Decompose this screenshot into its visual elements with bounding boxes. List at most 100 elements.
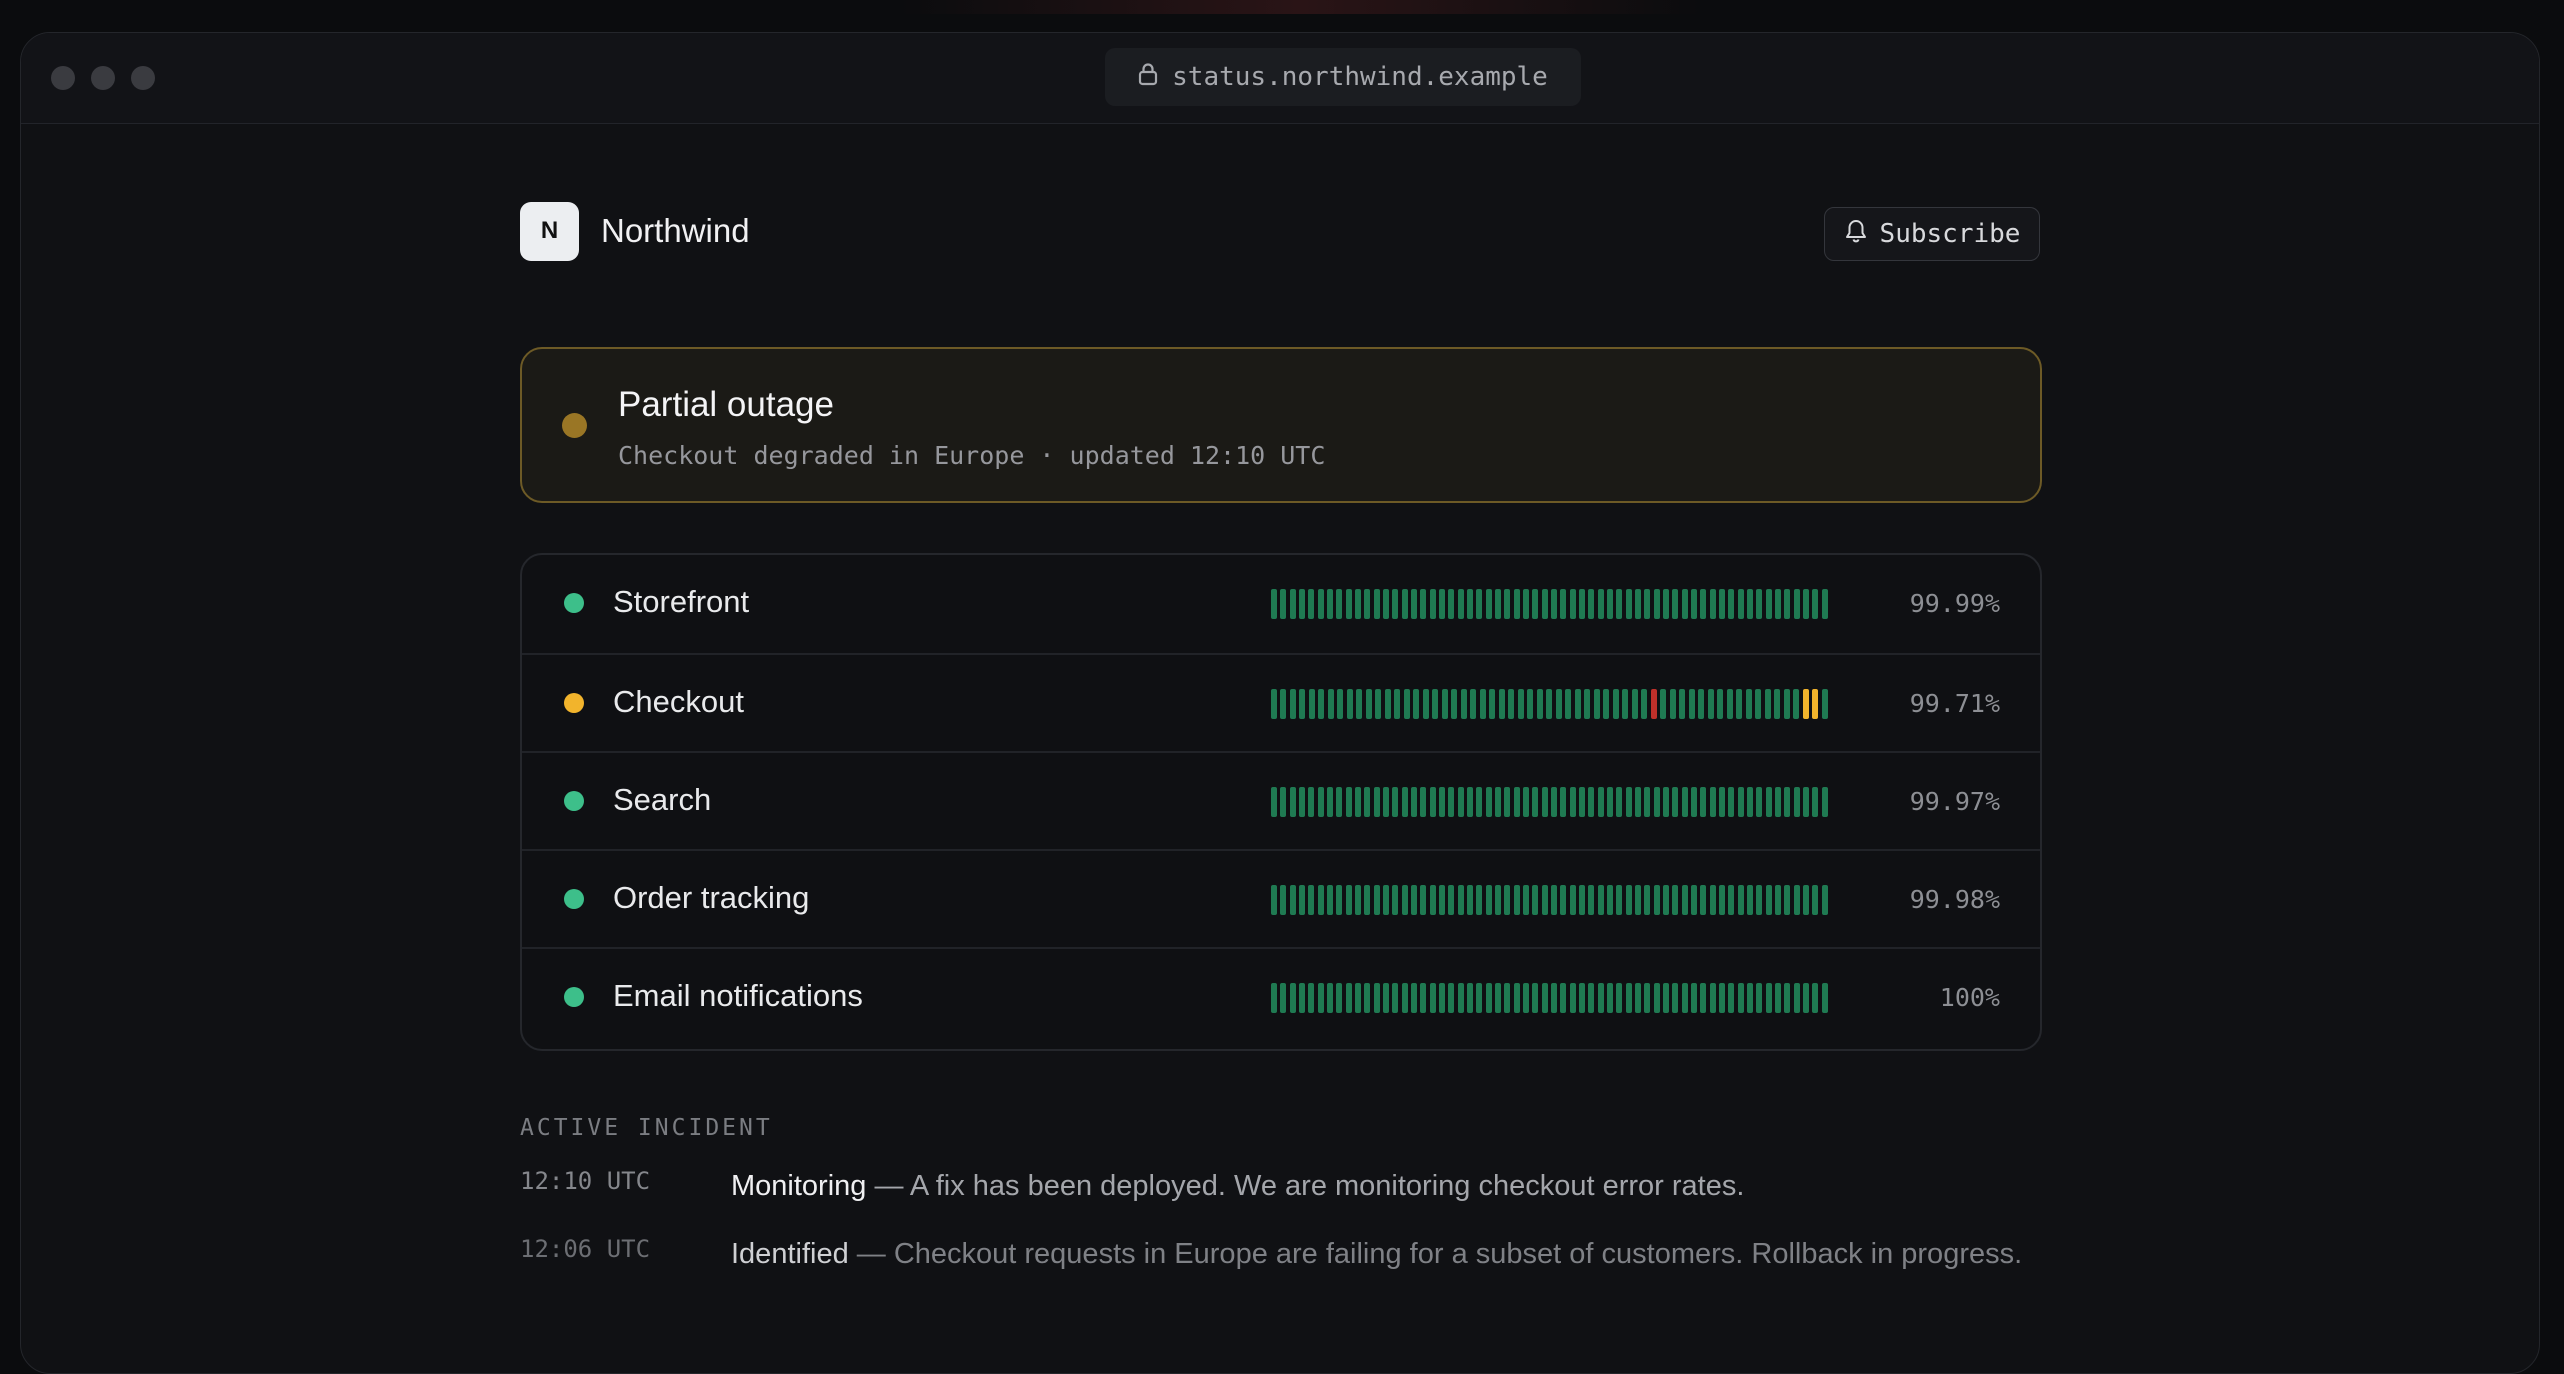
uptime-day-bar[interactable] — [1413, 689, 1420, 719]
uptime-day-bar[interactable] — [1439, 885, 1445, 915]
uptime-day-bar[interactable] — [1532, 787, 1539, 817]
uptime-day-bar[interactable] — [1401, 885, 1408, 915]
uptime-day-bar[interactable] — [1495, 983, 1501, 1013]
uptime-day-bar[interactable] — [1271, 787, 1277, 817]
uptime-day-bar[interactable] — [1728, 983, 1735, 1013]
uptime-day-bar[interactable] — [1289, 787, 1296, 817]
uptime-day-bar[interactable] — [1280, 589, 1287, 619]
uptime-day-bar[interactable] — [1523, 589, 1529, 619]
uptime-day-bar[interactable] — [1747, 589, 1753, 619]
uptime-day-bar[interactable] — [1698, 689, 1705, 719]
uptime-day-bar[interactable] — [1392, 983, 1399, 1013]
uptime-day-bar[interactable] — [1448, 787, 1455, 817]
uptime-day-bar[interactable] — [1775, 787, 1781, 817]
uptime-day-bar[interactable] — [1384, 689, 1391, 719]
uptime-day-bar[interactable] — [1336, 885, 1343, 915]
uptime-day-bar[interactable] — [1489, 689, 1496, 719]
uptime-day-bar[interactable] — [1403, 689, 1410, 719]
uptime-day-bar[interactable] — [1420, 589, 1427, 619]
uptime-day-bar[interactable] — [1308, 787, 1315, 817]
uptime-day-bar[interactable] — [1756, 589, 1763, 619]
uptime-day-bar[interactable] — [1375, 689, 1382, 719]
uptime-day-bar[interactable] — [1441, 689, 1448, 719]
uptime-day-bar[interactable] — [1429, 983, 1436, 1013]
uptime-day-bar[interactable] — [1401, 589, 1408, 619]
uptime-day-bar[interactable] — [1775, 983, 1781, 1013]
uptime-day-bar[interactable] — [1691, 787, 1697, 817]
uptime-day-bar[interactable] — [1551, 787, 1557, 817]
uptime-day-bar[interactable] — [1356, 689, 1363, 719]
uptime-day-bar[interactable] — [1709, 787, 1716, 817]
uptime-day-bar[interactable] — [1317, 787, 1324, 817]
uptime-day-bar[interactable] — [1308, 885, 1315, 915]
uptime-day-bar[interactable] — [1774, 689, 1781, 719]
uptime-day-bar[interactable] — [1812, 885, 1819, 915]
uptime-day-bar[interactable] — [1551, 885, 1557, 915]
uptime-day-bar[interactable] — [1597, 885, 1604, 915]
uptime-day-bar[interactable] — [1700, 589, 1707, 619]
uptime-day-bar[interactable] — [1579, 885, 1585, 915]
uptime-day-bar[interactable] — [1373, 983, 1380, 1013]
uptime-day-bar[interactable] — [1622, 689, 1629, 719]
uptime-day-bar[interactable] — [1448, 589, 1455, 619]
uptime-day-bar[interactable] — [1717, 689, 1724, 719]
uptime-day-bar[interactable] — [1457, 885, 1464, 915]
address-bar[interactable]: status.northwind.example — [1105, 48, 1581, 106]
uptime-day-bar[interactable] — [1429, 885, 1436, 915]
uptime-day-bar[interactable] — [1644, 589, 1651, 619]
uptime-day-bar[interactable] — [1336, 787, 1343, 817]
uptime-day-bar[interactable] — [1336, 983, 1343, 1013]
uptime-day-bar[interactable] — [1523, 787, 1529, 817]
uptime-day-bar[interactable] — [1541, 787, 1548, 817]
uptime-day-bar[interactable] — [1607, 885, 1613, 915]
uptime-day-bar[interactable] — [1579, 983, 1585, 1013]
uptime-day-bar[interactable] — [1616, 787, 1623, 817]
uptime-day-bar[interactable] — [1756, 885, 1763, 915]
uptime-day-bar[interactable] — [1709, 885, 1716, 915]
uptime-day-bar[interactable] — [1383, 589, 1389, 619]
uptime-day-bar[interactable] — [1308, 689, 1315, 719]
uptime-day-bar[interactable] — [1541, 885, 1548, 915]
uptime-day-bar[interactable] — [1317, 589, 1324, 619]
uptime-day-bar[interactable] — [1299, 589, 1305, 619]
uptime-day-bar[interactable] — [1470, 689, 1477, 719]
uptime-day-bar[interactable] — [1565, 689, 1572, 719]
uptime-day-bar[interactable] — [1346, 689, 1353, 719]
uptime-day-bar[interactable] — [1513, 885, 1520, 915]
uptime-day-bar[interactable] — [1439, 983, 1445, 1013]
uptime-day-bar[interactable] — [1691, 589, 1697, 619]
uptime-day-bar[interactable] — [1541, 983, 1548, 1013]
uptime-day-bar[interactable] — [1709, 589, 1716, 619]
uptime-day-bar[interactable] — [1784, 787, 1791, 817]
uptime-day-bar[interactable] — [1373, 787, 1380, 817]
uptime-day-bar[interactable] — [1672, 589, 1679, 619]
uptime-day-bar[interactable] — [1532, 885, 1539, 915]
uptime-day-bar[interactable] — [1299, 885, 1305, 915]
uptime-day-bar[interactable] — [1495, 787, 1501, 817]
uptime-day-bar[interactable] — [1660, 689, 1667, 719]
uptime-day-bar[interactable] — [1803, 983, 1809, 1013]
uptime-day-bar[interactable] — [1448, 983, 1455, 1013]
uptime-day-bar[interactable] — [1588, 983, 1595, 1013]
uptime-day-bar[interactable] — [1793, 983, 1800, 1013]
uptime-day-bar[interactable] — [1280, 787, 1287, 817]
uptime-day-bar[interactable] — [1299, 689, 1306, 719]
uptime-day-bar[interactable] — [1672, 885, 1679, 915]
uptime-day-bar[interactable] — [1271, 689, 1277, 719]
uptime-day-bar[interactable] — [1728, 787, 1735, 817]
uptime-day-bar[interactable] — [1420, 787, 1427, 817]
uptime-day-bar[interactable] — [1364, 885, 1371, 915]
uptime-day-bar[interactable] — [1765, 983, 1772, 1013]
uptime-day-bar[interactable] — [1551, 589, 1557, 619]
uptime-day-bar[interactable] — [1588, 885, 1595, 915]
uptime-day-bar[interactable] — [1532, 589, 1539, 619]
service-row[interactable]: Email notifications 100% — [522, 947, 2040, 1047]
uptime-day-bar[interactable] — [1536, 689, 1543, 719]
uptime-day-bar[interactable] — [1411, 589, 1417, 619]
uptime-day-bar[interactable] — [1709, 983, 1716, 1013]
uptime-day-bar[interactable] — [1429, 787, 1436, 817]
uptime-day-bar[interactable] — [1546, 689, 1553, 719]
uptime-day-bar[interactable] — [1691, 983, 1697, 1013]
uptime-day-bar[interactable] — [1289, 885, 1296, 915]
uptime-day-bar[interactable] — [1476, 589, 1483, 619]
